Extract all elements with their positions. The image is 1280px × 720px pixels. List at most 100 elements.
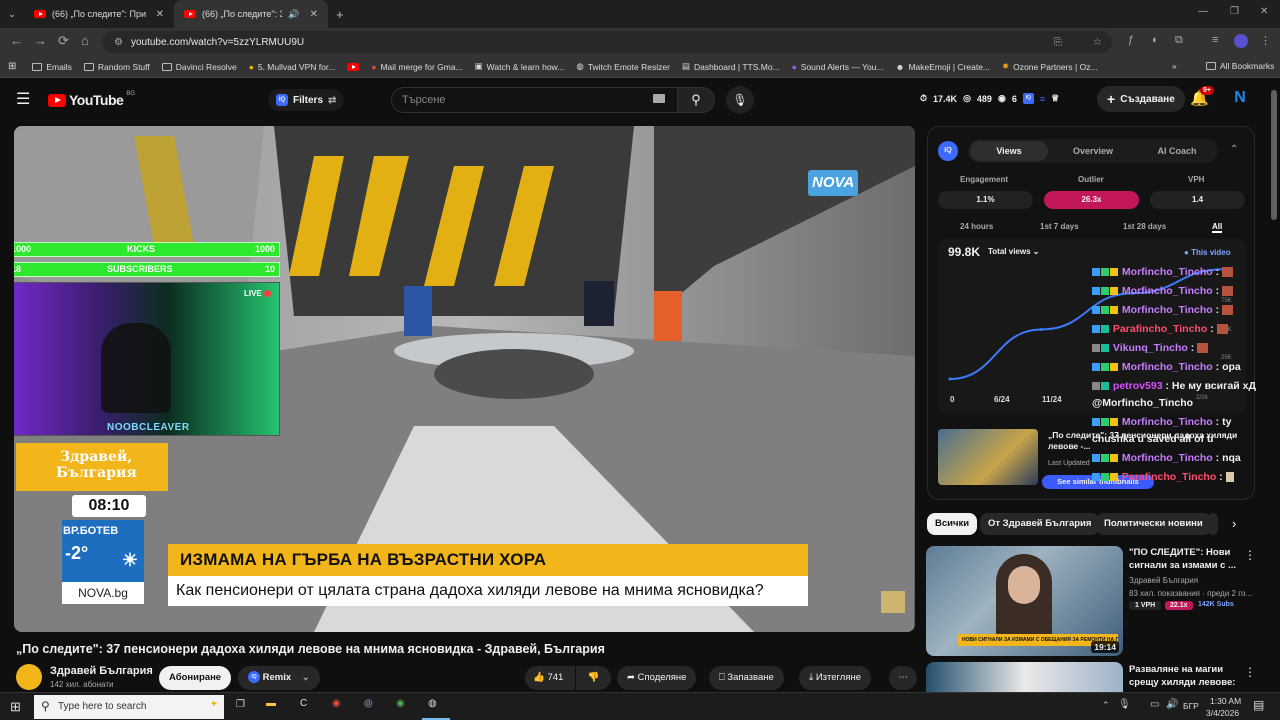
range-all[interactable]: All: [1212, 222, 1223, 233]
taskbar-search[interactable]: ⚲ Type here to search ✦: [34, 695, 224, 719]
chip-more[interactable]: [1208, 513, 1218, 535]
remix-button[interactable]: IQ Remix ⌄: [238, 666, 320, 690]
bookmark-item[interactable]: ◍ Twitch Emote Resizer: [570, 61, 676, 72]
extensions-puzzle-icon[interactable]: ⧉: [1175, 34, 1183, 47]
all-bookmarks[interactable]: All Bookmarks: [1200, 61, 1280, 71]
video-player[interactable]: NOVA 1000 KICKS 1000 18 SUBSCRIBERS 10 L…: [14, 126, 915, 632]
iq-filters-button[interactable]: IQ Filters ⇄: [268, 89, 345, 111]
voice-search-button[interactable]: 🎙: [726, 86, 754, 114]
similar-thumb[interactable]: [938, 429, 1038, 485]
bookmark-item[interactable]: ☻ MakeEmoji | Create...: [889, 62, 996, 72]
obs-icon[interactable]: ◍: [428, 698, 437, 709]
profile-avatar[interactable]: [1234, 34, 1248, 48]
share-button[interactable]: ➦ Споделяне: [617, 666, 697, 690]
page-scrollbar[interactable]: [1271, 90, 1277, 220]
task-view-icon[interactable]: ❐: [236, 699, 245, 710]
bookmark-item[interactable]: ● 5. Mullvad VPN for...: [243, 62, 342, 72]
rec-thumbnail[interactable]: [926, 662, 1123, 692]
language-indicator[interactable]: БГР: [1183, 701, 1199, 711]
bookmark-item[interactable]: ● Mail merge for Gma...: [365, 62, 468, 72]
back-icon[interactable]: ←: [10, 33, 23, 48]
steam-icon[interactable]: ◎: [364, 698, 373, 709]
close-window-icon[interactable]: ✕: [1260, 6, 1268, 17]
notification-center-icon[interactable]: ▤: [1253, 698, 1264, 712]
reload-icon[interactable]: ⟳: [58, 33, 69, 49]
bookmark-item[interactable]: ▤ Dashboard | TTS.Mo...: [676, 61, 786, 72]
save-button[interactable]: ⎕ Запазване: [709, 666, 784, 690]
more-actions-button[interactable]: ⋯: [889, 666, 917, 690]
chips-next-icon[interactable]: ›: [1232, 516, 1236, 531]
rec-menu-icon[interactable]: ⋮: [1244, 548, 1256, 562]
file-explorer-icon[interactable]: ▬: [266, 698, 276, 709]
account-avatar[interactable]: N: [1231, 89, 1249, 109]
tray-mic-icon[interactable]: 🎙: [1118, 699, 1131, 710]
minimize-icon[interactable]: —: [1198, 6, 1208, 17]
rec-title[interactable]: "ПО СЛЕДИТЕ": Нови сигнали за измами с .…: [1129, 546, 1239, 572]
download-button[interactable]: ⤓ Изтегляне: [799, 666, 872, 690]
rec-channel[interactable]: Здравей България: [1129, 576, 1198, 585]
chip-all[interactable]: Всички: [927, 513, 978, 535]
bookmark-item[interactable]: Random Stuff: [78, 62, 156, 72]
clock-date[interactable]: 3/4/2026: [1206, 708, 1239, 718]
bookmark-item[interactable]: Emails: [26, 62, 78, 72]
restore-icon[interactable]: ❐: [1230, 6, 1239, 17]
reading-list-icon[interactable]: ≡: [1212, 34, 1218, 46]
collapse-chevron-icon[interactable]: ⌃: [1230, 144, 1238, 155]
tray-network-icon[interactable]: ▭: [1150, 699, 1159, 710]
menu-hamburger-icon[interactable]: ☰: [16, 89, 30, 109]
list-icon[interactable]: ≡: [1040, 94, 1045, 104]
bookmark-youtube[interactable]: [341, 62, 365, 71]
tray-chevron-icon[interactable]: ⌃: [1102, 700, 1110, 711]
new-tab-icon[interactable]: +: [336, 7, 344, 22]
channel-avatar[interactable]: [16, 664, 42, 690]
search-input[interactable]: Търсене: [391, 87, 678, 113]
menu-dots-icon[interactable]: ⋮: [1260, 34, 1271, 47]
bookmark-star-icon[interactable]: ☆: [1093, 37, 1102, 48]
chip-political-news[interactable]: Политически новини: [1096, 513, 1211, 535]
youtube-logo[interactable]: YouTube BG: [48, 91, 135, 108]
rec-menu-icon[interactable]: ⋮: [1244, 665, 1256, 679]
tray-volume-icon[interactable]: 🔊: [1166, 699, 1178, 710]
trophy-icon[interactable]: ♕: [1051, 93, 1059, 104]
windows-start-icon[interactable]: ⊞: [10, 699, 21, 715]
site-info-icon[interactable]: ⚙: [114, 37, 123, 48]
keyboard-icon[interactable]: [653, 94, 665, 103]
more-bookmarks-icon[interactable]: »: [1172, 61, 1177, 71]
bookmark-item[interactable]: ✸ Ozone Partners | Oz...: [996, 61, 1104, 72]
app-icon[interactable]: C: [300, 698, 307, 709]
rec-thumbnail[interactable]: НОВИ СИГНАЛИ ЗА ИЗМАМИ С ОБЕЩАНИЯ ЗА РЕМ…: [926, 546, 1123, 656]
bookmark-item[interactable]: Davinci Resolve: [156, 62, 243, 72]
home-icon[interactable]: ⌂: [81, 33, 89, 48]
iq-small-icon[interactable]: IQ: [1022, 93, 1034, 104]
notifications-button[interactable]: 🔔 9+: [1190, 86, 1214, 107]
clock-time[interactable]: 1:30 AM: [1210, 696, 1241, 706]
bookmark-item[interactable]: ● Sound Alerts — You...: [786, 62, 890, 72]
url-field[interactable]: ⚙ youtube.com/watch?v=5zzYLRMUU9U ⎘ ☆: [102, 31, 1112, 53]
audio-icon[interactable]: 🔊: [288, 9, 299, 20]
channel-name[interactable]: Здравей България: [50, 665, 153, 677]
tab-overview[interactable]: Overview: [1054, 141, 1132, 161]
create-button[interactable]: + Създаване: [1097, 86, 1185, 112]
translate-icon[interactable]: ⎘: [1054, 37, 1062, 48]
range-28d[interactable]: 1st 28 days: [1123, 222, 1166, 231]
like-button[interactable]: 👍 741: [525, 666, 575, 690]
tab-ai-coach[interactable]: AI Coach: [1138, 141, 1216, 161]
browser-tab-active[interactable]: (66) „По следите": 37 пенси 🔊 ✕: [174, 0, 328, 28]
chrome-icon[interactable]: ◉: [396, 698, 405, 709]
apps-grid-icon[interactable]: ⊞: [0, 61, 26, 72]
extension-icon[interactable]: ◐: [1152, 34, 1159, 46]
extension-icon[interactable]: ƒ: [1128, 34, 1134, 46]
tab-views[interactable]: Views: [970, 141, 1048, 161]
bookmark-item[interactable]: ▣ Watch & learn how...: [469, 61, 571, 72]
dislike-button[interactable]: 👎: [576, 666, 611, 690]
total-views-select[interactable]: Total views ⌄: [988, 247, 1039, 256]
range-7d[interactable]: 1st 7 days: [1040, 222, 1079, 231]
range-24h[interactable]: 24 hours: [960, 222, 993, 231]
app-icon[interactable]: ◉: [332, 698, 341, 709]
tab-search-icon[interactable]: ⌄: [0, 9, 24, 20]
subscribe-button[interactable]: Абониране: [159, 666, 232, 690]
search-button[interactable]: ⚲: [677, 87, 715, 113]
close-tab-icon[interactable]: ✕: [156, 9, 164, 20]
close-tab-icon[interactable]: ✕: [310, 9, 318, 20]
forward-icon[interactable]: →: [34, 33, 47, 48]
